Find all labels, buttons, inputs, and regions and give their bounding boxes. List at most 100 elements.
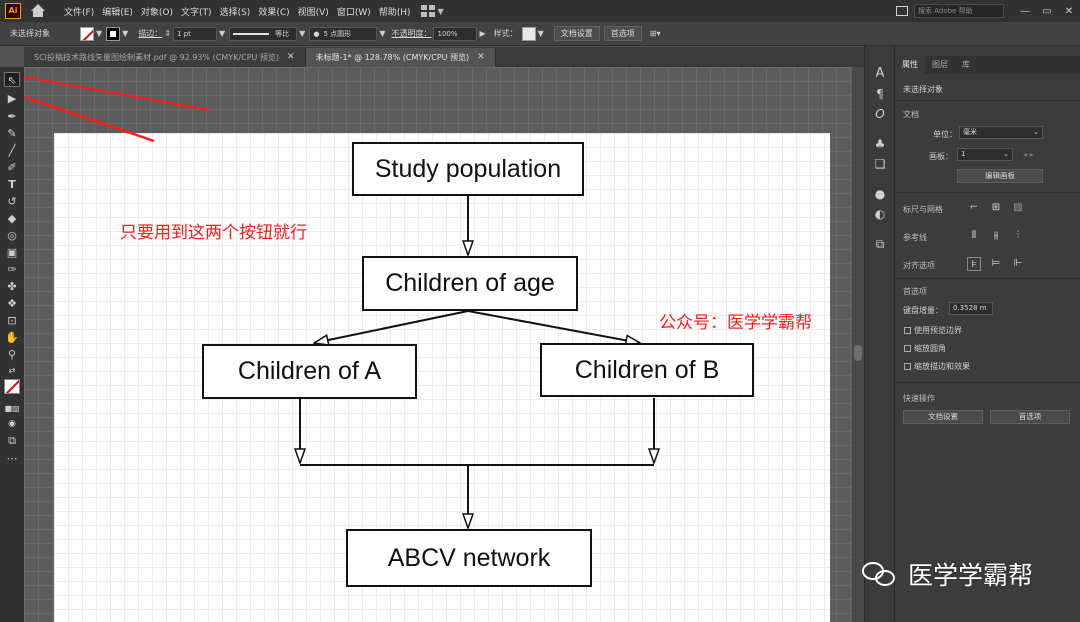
stroke-label[interactable]: 描边： <box>138 28 162 39</box>
tab-sci-pdf[interactable]: SCI投稿技术路线矢量图绘制素材.pdf @ 92.93% (CMYK/CPU … <box>24 48 306 67</box>
gradient-tool-icon[interactable]: ▣ <box>4 245 20 260</box>
edit-artboards-button[interactable]: 编辑画板 <box>957 169 1043 183</box>
menu-effect[interactable]: 效果(C) <box>254 5 293 18</box>
symbols-panel-icon[interactable]: ♣ <box>872 136 888 152</box>
quick-doc-setup-button[interactable]: 文档设置 <box>903 410 983 424</box>
units-select[interactable]: 毫米 ⌄ <box>959 126 1043 139</box>
snap-to-grid-icon[interactable]: ⊩ <box>1011 257 1025 271</box>
canvas[interactable]: Study population Children of age Childre… <box>24 67 864 622</box>
node-abcv-network[interactable]: ABCV network <box>346 529 592 587</box>
checkbox-scale-corners[interactable]: 缩放圆角 <box>904 343 946 354</box>
help-search-input[interactable]: 搜索 Adobe 帮助 <box>914 4 1004 18</box>
stroke-swatch[interactable] <box>106 26 121 41</box>
arrange-icon[interactable]: ⊞▾ <box>650 29 661 38</box>
graphic-styles-panel-icon[interactable]: ❏ <box>872 156 888 172</box>
smart-guides-icon[interactable]: ⫶ <box>1011 229 1025 243</box>
artboards-panel-icon[interactable]: ⧉ <box>872 236 888 252</box>
chevron-down-icon[interactable]: ▼ <box>379 29 385 38</box>
chevron-down-icon[interactable]: ▼ <box>438 7 444 16</box>
type-tool-icon[interactable]: T <box>4 177 20 192</box>
menu-select[interactable]: 选择(S) <box>216 5 255 18</box>
fill-none-icon[interactable] <box>4 379 20 394</box>
blend-tool-icon[interactable]: ✤ <box>4 279 20 294</box>
symbol-sprayer-tool-icon[interactable]: ❖ <box>4 296 20 311</box>
screen-mode-icon[interactable]: ⧉ <box>4 433 20 448</box>
doc-setup-button[interactable]: 文档设置 <box>553 26 600 41</box>
opacity-input[interactable]: 100% <box>433 26 478 41</box>
draw-mode-icon[interactable]: ◉ <box>4 417 20 432</box>
checkbox-box[interactable] <box>904 327 911 334</box>
node-study-population[interactable]: Study population <box>352 142 584 196</box>
preferences-button[interactable]: 首选项 <box>603 26 642 41</box>
selection-tool-icon[interactable]: ⇖ <box>4 72 20 87</box>
chevron-down-icon[interactable]: ▼ <box>122 29 128 38</box>
menu-window[interactable]: 窗口(W) <box>333 5 375 18</box>
zoom-tool-icon[interactable]: ⚲ <box>4 347 20 362</box>
menu-help[interactable]: 帮助(H) <box>375 5 415 18</box>
artboard-nav-icon[interactable]: ◂ ▸ <box>1023 150 1034 159</box>
graphic-style-swatch[interactable] <box>521 26 536 41</box>
node-children-of-age[interactable]: Children of age <box>362 256 578 311</box>
restore-button[interactable]: ▭ <box>1036 6 1058 17</box>
paintbrush-tool-icon[interactable]: ✐ <box>4 160 20 175</box>
more-tools-icon[interactable]: ⋯ <box>4 451 20 466</box>
snap-to-point-icon[interactable]: ⊨ <box>989 257 1003 271</box>
chevron-down-icon[interactable]: ▼ <box>538 29 544 38</box>
transparency-panel-icon[interactable]: ◐ <box>872 206 888 222</box>
snap-to-pixel-icon[interactable]: ⊧ <box>967 257 981 271</box>
chevron-down-icon[interactable]: ▼ <box>219 29 225 38</box>
stroke-weight-input[interactable]: 1 pt <box>173 26 218 41</box>
direct-selection-tool-icon[interactable]: ▶ <box>4 91 20 106</box>
tab-layers[interactable]: 图层 <box>925 56 955 74</box>
opacity-label[interactable]: 不透明度： <box>391 28 431 39</box>
show-guides-icon[interactable]: ⫴ <box>967 229 981 243</box>
checkbox-box[interactable] <box>904 363 911 370</box>
artboard-select[interactable]: 1 ⌄ <box>957 148 1013 161</box>
transparency-grid-icon[interactable]: ▧ <box>1011 201 1025 215</box>
appearance-panel-icon[interactable]: ● <box>872 186 888 202</box>
checkbox-preview-bounds[interactable]: 使用预览边界 <box>904 325 962 336</box>
menu-edit[interactable]: 编辑(E) <box>98 5 137 18</box>
checkbox-box[interactable] <box>904 345 911 352</box>
character-panel-icon[interactable]: A <box>872 66 888 82</box>
stepper-icon[interactable]: ⇕ <box>164 29 171 38</box>
menu-type[interactable]: 文字(T) <box>177 5 216 18</box>
brush-definition[interactable]: ● 5 点圆形 <box>309 26 378 41</box>
artboard-tool-icon[interactable]: ⊡ <box>4 313 20 328</box>
eraser-tool-icon[interactable]: ◆ <box>4 211 20 226</box>
quick-preferences-button[interactable]: 首选项 <box>990 410 1070 424</box>
close-button[interactable]: ✕ <box>1058 6 1080 17</box>
rotate-tool-icon[interactable]: ↺ <box>4 194 20 209</box>
tab-libraries[interactable]: 库 <box>955 56 977 74</box>
lock-guides-icon[interactable]: ⫵ <box>989 229 1003 243</box>
node-children-of-a[interactable]: Children of A <box>202 344 417 399</box>
line-tool-icon[interactable]: ╱ <box>4 143 20 158</box>
chevron-right-icon[interactable]: ▶ <box>479 29 485 38</box>
hand-tool-icon[interactable]: ✋ <box>4 330 20 345</box>
chevron-down-icon[interactable]: ▼ <box>96 29 102 38</box>
scrollbar-thumb[interactable] <box>854 345 862 361</box>
vertical-scrollbar[interactable] <box>852 67 864 622</box>
minimize-button[interactable]: — <box>1014 6 1036 17</box>
color-mode-icon[interactable]: ■▧ <box>4 401 20 416</box>
workspace-icon[interactable] <box>896 6 908 16</box>
opentype-panel-icon[interactable]: O <box>872 106 888 122</box>
keyboard-increment-input[interactable]: 0.3528 m <box>949 302 993 315</box>
close-icon[interactable]: ✕ <box>287 48 295 67</box>
shape-builder-tool-icon[interactable]: ◎ <box>4 228 20 243</box>
tab-properties[interactable]: 属性 <box>895 56 925 74</box>
paragraph-panel-icon[interactable]: ¶ <box>872 86 888 102</box>
artboard[interactable]: Study population Children of age Childre… <box>54 133 830 622</box>
grid-icon[interactable]: ⊞ <box>989 201 1003 215</box>
node-children-of-b[interactable]: Children of B <box>540 343 754 397</box>
swap-fill-stroke-icon[interactable]: ⇄ <box>4 363 20 378</box>
eyedropper-tool-icon[interactable]: ✑ <box>4 262 20 277</box>
close-icon[interactable]: ✕ <box>477 48 485 67</box>
home-icon[interactable] <box>30 3 46 19</box>
pen-tool-icon[interactable]: ✒ <box>4 109 20 124</box>
checkbox-scale-strokes[interactable]: 缩放描边和效果 <box>904 361 970 372</box>
fill-swatch[interactable] <box>80 26 94 41</box>
arrange-documents-icon[interactable] <box>420 5 435 17</box>
tab-untitled[interactable]: 未标题-1* @ 128.78% (CMYK/CPU 预览) ✕ <box>305 48 496 67</box>
menu-object[interactable]: 对象(O) <box>137 5 177 18</box>
